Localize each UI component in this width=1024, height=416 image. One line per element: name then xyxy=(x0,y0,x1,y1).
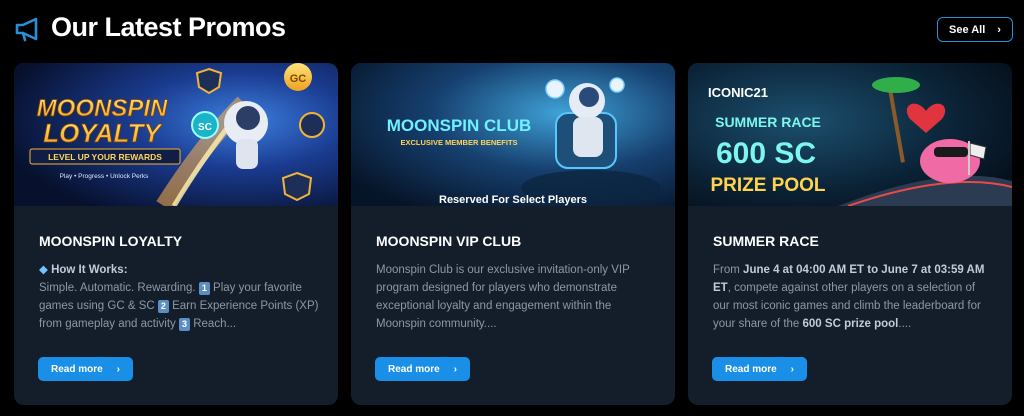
chevron-right-icon: › xyxy=(997,23,1001,36)
vip-banner-caption: Reserved For Select Players xyxy=(439,194,587,206)
promo-card-title: MOONSPIN VIP CLUB xyxy=(376,233,522,249)
read-more-label: Read more xyxy=(50,363,103,375)
promo-card-description: ◆ How It Works: Simple. Automatic. Rewar… xyxy=(39,261,319,333)
loyalty-banner-ribbon: LEVEL UP YOUR REWARDS xyxy=(48,152,162,162)
how-it-works-label: How It Works: xyxy=(51,264,128,276)
description-text-a: From xyxy=(713,264,740,276)
gc-badge-text: GC xyxy=(290,73,307,85)
read-more-button[interactable]: Read more › xyxy=(375,357,470,381)
chevron-right-icon: › xyxy=(790,363,795,375)
description-text-c: .... xyxy=(898,318,912,330)
loyalty-banner-art: GC SC MOONSPIN LOYALTY LEVEL UP YOUR REW… xyxy=(14,63,338,206)
promo-card-vip-club: MOONSPIN CLUB EXCLUSIVE MEMBER BENEFITS … xyxy=(351,63,675,405)
read-more-label: Read more xyxy=(387,363,440,375)
page-title: Our Latest Promos xyxy=(51,12,286,42)
read-more-button[interactable]: Read more › xyxy=(38,357,133,381)
promos-header: Our Latest Promos See All › xyxy=(0,0,1024,58)
number-badge-3: 3 xyxy=(179,318,191,331)
chevron-right-icon: › xyxy=(453,363,458,375)
loyalty-banner-line2: LOYALTY xyxy=(43,118,163,148)
iconic21-logo-text: ICONIC21 xyxy=(708,85,768,100)
description-prize: 600 SC prize pool xyxy=(802,318,899,330)
vip-banner-line2: EXCLUSIVE MEMBER BENEFITS xyxy=(400,138,517,147)
summer-race-banner-art: ICONIC21 SUMMER RACE 600 SC PRIZE POOL xyxy=(688,63,1012,206)
promo-banner-loyalty[interactable]: GC SC MOONSPIN LOYALTY LEVEL UP YOUR REW… xyxy=(14,63,338,206)
promo-card-body: MOONSPIN VIP CLUB Moonspin Club is our e… xyxy=(376,233,656,333)
chevron-right-icon: › xyxy=(116,363,121,375)
vip-banner-art: MOONSPIN CLUB EXCLUSIVE MEMBER BENEFITS … xyxy=(351,63,675,206)
see-all-button[interactable]: See All › xyxy=(937,17,1013,42)
read-more-label: Read more xyxy=(724,363,777,375)
vip-banner-line1: MOONSPIN CLUB xyxy=(387,116,532,135)
description-text-a: Simple. Automatic. Rewarding. xyxy=(39,282,196,294)
summer-race-banner-line2: 600 SC xyxy=(716,137,816,170)
number-badge-2: 2 xyxy=(157,300,169,313)
see-all-label: See All xyxy=(949,23,986,36)
promo-card-description: Moonspin Club is our exclusive invitatio… xyxy=(376,264,630,330)
description-text-d: Reach... xyxy=(193,318,237,330)
promo-card-body: MOONSPIN LOYALTY ◆ How It Works: Simple.… xyxy=(39,233,319,333)
promo-card-title: MOONSPIN LOYALTY xyxy=(39,233,183,249)
promo-card-description: From June 4 at 04:00 AM ET to June 7 at … xyxy=(713,261,993,333)
loyalty-banner-tagline: Play • Progress • Unlock Perks xyxy=(60,173,149,180)
promo-card-body: SUMMER RACE From June 4 at 04:00 AM ET t… xyxy=(713,233,993,333)
promo-banner-vip-club[interactable]: MOONSPIN CLUB EXCLUSIVE MEMBER BENEFITS … xyxy=(351,63,675,206)
read-more-button[interactable]: Read more › xyxy=(712,357,807,381)
summer-race-banner-line1: SUMMER RACE xyxy=(715,114,821,130)
summer-race-banner-line3: PRIZE POOL xyxy=(710,175,825,196)
sc-badge-text: SC xyxy=(198,122,212,133)
gem-icon: ◆ xyxy=(39,264,48,276)
promo-card-loyalty: GC SC MOONSPIN LOYALTY LEVEL UP YOUR REW… xyxy=(14,63,338,405)
promo-banner-summer-race[interactable]: ICONIC21 SUMMER RACE 600 SC PRIZE POOL xyxy=(688,63,1012,206)
promo-card-title: SUMMER RACE xyxy=(713,233,819,249)
promo-card-summer-race: ICONIC21 SUMMER RACE 600 SC PRIZE POOL S… xyxy=(688,63,1012,405)
megaphone-icon xyxy=(15,17,38,42)
number-badge-1: 1 xyxy=(198,282,210,295)
